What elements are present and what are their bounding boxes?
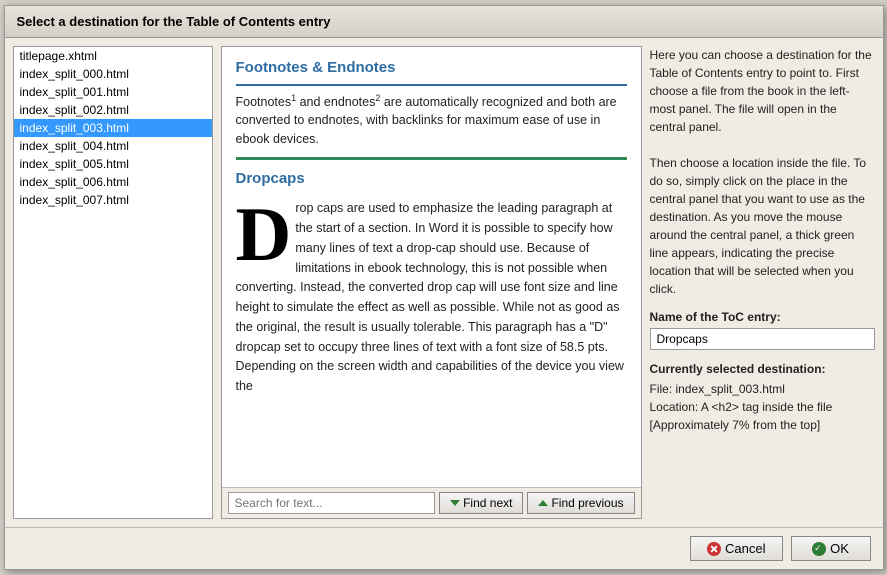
toc-entry-label: Name of the ToC entry: bbox=[650, 310, 875, 324]
file-item[interactable]: index_split_006.html bbox=[14, 173, 212, 191]
file-item[interactable]: index_split_007.html bbox=[14, 191, 212, 209]
selected-dest-file: File: index_split_003.html bbox=[650, 380, 875, 398]
ok-button[interactable]: OK bbox=[791, 536, 871, 561]
ok-label: OK bbox=[830, 541, 849, 556]
find-previous-icon bbox=[538, 500, 548, 506]
file-item[interactable]: index_split_005.html bbox=[14, 155, 212, 173]
dialog-title: Select a destination for the Table of Co… bbox=[5, 6, 883, 38]
selected-destination-container: Currently selected destination: File: in… bbox=[650, 362, 875, 434]
center-panel: Footnotes & Endnotes Footnotes1 and endn… bbox=[221, 46, 642, 519]
file-item[interactable]: index_split_003.html bbox=[14, 119, 212, 137]
find-previous-label: Find previous bbox=[551, 496, 623, 510]
section-divider bbox=[236, 157, 627, 160]
selected-dest-location: Location: A <h2> tag inside the file bbox=[650, 398, 875, 416]
dialog-footer: Cancel OK bbox=[5, 527, 883, 569]
find-previous-button[interactable]: Find previous bbox=[527, 492, 634, 514]
selected-dest-approx: [Approximately 7% from the top] bbox=[650, 416, 875, 434]
toc-entry-input[interactable] bbox=[650, 328, 875, 350]
cancel-icon bbox=[707, 542, 721, 556]
file-item[interactable]: index_split_002.html bbox=[14, 101, 212, 119]
toc-entry-field-container: Name of the ToC entry: bbox=[650, 310, 875, 350]
file-item[interactable]: index_split_004.html bbox=[14, 137, 212, 155]
search-bar: Find next Find previous bbox=[222, 487, 641, 518]
footnotes-text: Footnotes1 and endnotes2 are automatical… bbox=[236, 92, 627, 149]
file-item[interactable]: titlepage.xhtml bbox=[14, 47, 212, 65]
cancel-button[interactable]: Cancel bbox=[690, 536, 782, 561]
file-list-panel: titlepage.xhtmlindex_split_000.htmlindex… bbox=[13, 46, 213, 519]
dialog: Select a destination for the Table of Co… bbox=[4, 5, 884, 570]
right-panel-description: Here you can choose a destination for th… bbox=[650, 46, 875, 298]
find-next-button[interactable]: Find next bbox=[439, 492, 523, 514]
find-next-label: Find next bbox=[463, 496, 512, 510]
dropcap-letter: D bbox=[236, 202, 292, 268]
dialog-body: titlepage.xhtmlindex_split_000.htmlindex… bbox=[5, 38, 883, 527]
ok-icon bbox=[812, 542, 826, 556]
footnotes-heading: Footnotes & Endnotes bbox=[236, 57, 627, 86]
search-input[interactable] bbox=[228, 492, 436, 514]
file-item[interactable]: index_split_001.html bbox=[14, 83, 212, 101]
dropcap-text: rop caps are used to emphasize the leadi… bbox=[236, 201, 624, 393]
right-panel: Here you can choose a destination for th… bbox=[650, 46, 875, 519]
dropcap-container: D rop caps are used to emphasize the lea… bbox=[236, 198, 627, 396]
selected-dest-details: File: index_split_003.html Location: A <… bbox=[650, 380, 875, 434]
selected-dest-label: Currently selected destination: bbox=[650, 362, 875, 376]
dropcaps-heading: Dropcaps bbox=[236, 168, 627, 191]
cancel-label: Cancel bbox=[725, 541, 765, 556]
find-next-icon bbox=[450, 500, 460, 506]
content-area[interactable]: Footnotes & Endnotes Footnotes1 and endn… bbox=[222, 47, 641, 487]
file-item[interactable]: index_split_000.html bbox=[14, 65, 212, 83]
